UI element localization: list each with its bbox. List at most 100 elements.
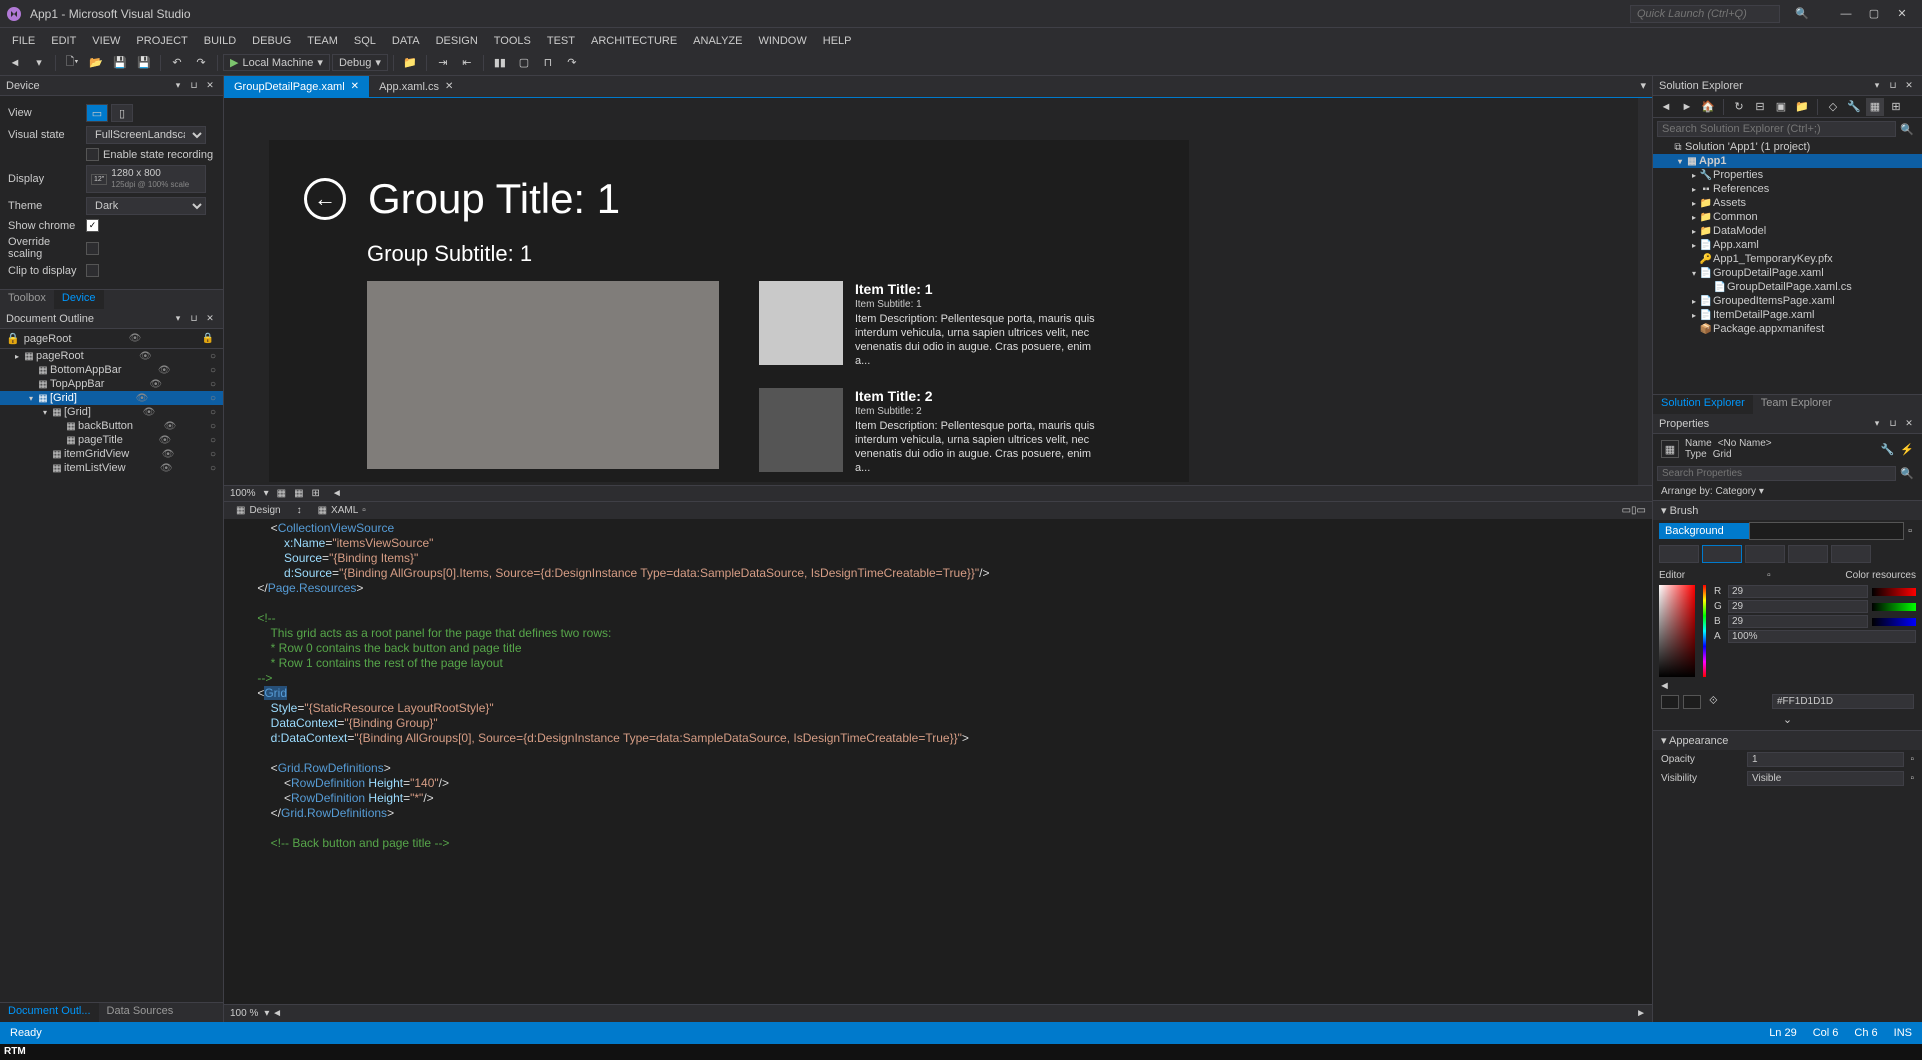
menu-window[interactable]: WINDOW bbox=[750, 32, 814, 50]
wrench-icon[interactable]: 🔧 bbox=[1881, 443, 1895, 456]
brush-property-name[interactable]: Background bbox=[1659, 523, 1749, 539]
dropdown-icon[interactable]: ▾ bbox=[171, 312, 185, 326]
circle-icon[interactable]: ○ bbox=[207, 463, 219, 474]
menu-data[interactable]: DATA bbox=[384, 32, 428, 50]
solution-item[interactable]: 📦Package.appxmanifest bbox=[1653, 322, 1922, 336]
theme-select[interactable]: Dark bbox=[86, 197, 206, 215]
popup-icon[interactable]: ▫ bbox=[362, 505, 366, 516]
solution-item[interactable]: ▸🔧Properties bbox=[1653, 168, 1922, 182]
visibility-select[interactable]: Visible bbox=[1747, 771, 1904, 786]
preview-icon[interactable]: ◇ bbox=[1824, 98, 1842, 116]
menu-tools[interactable]: TOOLS bbox=[486, 32, 539, 50]
pin-icon[interactable]: ⊔ bbox=[187, 79, 201, 93]
doc-tab[interactable]: App.xaml.cs✕ bbox=[369, 76, 463, 97]
g-input[interactable] bbox=[1728, 600, 1868, 613]
pin-icon[interactable]: ⊔ bbox=[187, 312, 201, 326]
tab-solution-explorer[interactable]: Solution Explorer bbox=[1653, 395, 1753, 414]
hex-input[interactable] bbox=[1772, 694, 1914, 709]
menu-team[interactable]: TEAM bbox=[299, 32, 346, 50]
tab-data-sources[interactable]: Data Sources bbox=[99, 1003, 182, 1022]
config-select[interactable]: Debug ▾ bbox=[332, 54, 388, 71]
circle-icon[interactable]: ○ bbox=[207, 351, 219, 362]
menu-architecture[interactable]: ARCHITECTURE bbox=[583, 32, 685, 50]
grid-icon[interactable]: ▦ bbox=[294, 488, 303, 499]
display-select[interactable]: 12" 1280 x 800 125dpi @ 100% scale bbox=[86, 165, 206, 193]
outline-item[interactable]: ▾▦[Grid]👁○ bbox=[0, 405, 223, 419]
menu-project[interactable]: PROJECT bbox=[128, 32, 195, 50]
designer-canvas[interactable]: ← Group Title: 1 Group Subtitle: 1 Item … bbox=[224, 98, 1638, 485]
menu-design[interactable]: DESIGN bbox=[428, 32, 486, 50]
tab-xaml[interactable]: ▦ XAML ▫ bbox=[312, 504, 372, 517]
snap-icon[interactable]: ⊞ bbox=[312, 488, 320, 499]
marker-icon[interactable]: ▫ bbox=[1910, 773, 1914, 784]
solution-item[interactable]: ▸📁DataModel bbox=[1653, 224, 1922, 238]
circle-icon[interactable]: ○ bbox=[207, 435, 219, 446]
solution-item[interactable]: ▸▪▪References bbox=[1653, 182, 1922, 196]
solution-item[interactable]: ▸📄App.xaml bbox=[1653, 238, 1922, 252]
circle-icon[interactable]: ○ bbox=[207, 365, 219, 376]
step-icon[interactable]: ⇤ bbox=[456, 52, 478, 74]
eye-icon[interactable]: 👁 bbox=[133, 393, 152, 404]
category-appearance[interactable]: ▾ Appearance bbox=[1653, 730, 1922, 750]
lock-icon[interactable]: 🔒 bbox=[199, 333, 217, 344]
xaml-code-editor[interactable]: <CollectionViewSource x:Name="itemsViewS… bbox=[224, 519, 1652, 1004]
g-slider[interactable] bbox=[1872, 603, 1916, 611]
enable-recording-checkbox[interactable] bbox=[86, 148, 99, 161]
stop-icon[interactable]: ▢ bbox=[513, 52, 535, 74]
circle-icon[interactable]: ○ bbox=[207, 407, 219, 418]
search-icon[interactable]: 🔍 bbox=[1896, 123, 1918, 136]
props-icon[interactable]: 🔧 bbox=[1845, 98, 1863, 116]
run-button[interactable]: ▶ Local Machine ▾ bbox=[223, 54, 330, 71]
color-gradient-picker[interactable] bbox=[1659, 585, 1695, 677]
visual-state-select[interactable]: FullScreenLandscape bbox=[86, 126, 206, 144]
close-icon[interactable]: ✕ bbox=[1902, 417, 1916, 431]
tab-design[interactable]: ▦ Design bbox=[230, 504, 287, 517]
pin-icon[interactable]: ⊔ bbox=[1886, 417, 1900, 431]
dropdown-icon[interactable]: ▾ bbox=[171, 79, 185, 93]
search-icon[interactable]: 🔍 bbox=[1896, 467, 1918, 480]
doc-tab[interactable]: GroupDetailPage.xaml✕ bbox=[224, 76, 369, 97]
b-input[interactable] bbox=[1728, 615, 1868, 628]
close-icon[interactable]: ✕ bbox=[203, 79, 217, 93]
arrange-by[interactable]: Arrange by: Category ▾ bbox=[1653, 483, 1922, 500]
tab-device[interactable]: Device bbox=[54, 290, 104, 309]
eye-icon[interactable]: 👁 bbox=[159, 449, 178, 460]
menu-build[interactable]: BUILD bbox=[196, 32, 244, 50]
solution-search-input[interactable] bbox=[1657, 121, 1896, 137]
tab-overflow-icon[interactable]: ▾ bbox=[1640, 80, 1646, 92]
solution-item[interactable]: 🔑App1_TemporaryKey.pfx bbox=[1653, 252, 1922, 266]
override-scaling-checkbox[interactable] bbox=[86, 242, 99, 255]
solution-item[interactable]: 📄GroupDetailPage.xaml.cs bbox=[1653, 280, 1922, 294]
pause-icon[interactable]: ▮▮ bbox=[489, 52, 511, 74]
solution-item[interactable]: ▾▦App1 bbox=[1653, 154, 1922, 168]
show-chrome-checkbox[interactable] bbox=[86, 219, 99, 232]
marker-icon[interactable]: ▫ bbox=[1910, 754, 1914, 765]
solution-item[interactable]: ⧉Solution 'App1' (1 project) bbox=[1653, 140, 1922, 154]
brush-swatch[interactable] bbox=[1749, 522, 1904, 540]
view-icon[interactable]: ⊞ bbox=[1887, 98, 1905, 116]
brush-resource-tab[interactable] bbox=[1831, 545, 1871, 563]
refresh-icon[interactable]: ↻ bbox=[1730, 98, 1748, 116]
outline-item[interactable]: ▦pageTitle👁○ bbox=[0, 433, 223, 447]
split-icon[interactable]: ▭▯▭ bbox=[1622, 505, 1646, 516]
new-project-icon[interactable]: 🗋▾ bbox=[61, 52, 83, 74]
view-portrait-button[interactable]: ▯ bbox=[111, 104, 133, 122]
home-icon[interactable]: 🏠 bbox=[1699, 98, 1717, 116]
solution-item[interactable]: ▸📁Assets bbox=[1653, 196, 1922, 210]
category-brush[interactable]: ▾ Brush bbox=[1653, 500, 1922, 520]
circle-icon[interactable]: ○ bbox=[207, 421, 219, 432]
circle-icon[interactable]: ○ bbox=[207, 393, 219, 404]
close-icon[interactable]: ✕ bbox=[1902, 79, 1916, 93]
outline-item[interactable]: ▦itemListView👁○ bbox=[0, 461, 223, 475]
circle-icon[interactable]: ○ bbox=[207, 379, 219, 390]
preview-selected-icon[interactable]: ▦ bbox=[1866, 98, 1884, 116]
fwd-icon[interactable]: ► bbox=[1678, 98, 1696, 116]
menu-help[interactable]: HELP bbox=[815, 32, 860, 50]
solution-item[interactable]: ▾📄GroupDetailPage.xaml bbox=[1653, 266, 1922, 280]
hue-slider[interactable] bbox=[1703, 585, 1706, 677]
close-icon[interactable]: ✕ bbox=[203, 312, 217, 326]
back-icon[interactable]: ◄ bbox=[1657, 98, 1675, 116]
events-icon[interactable]: ⚡ bbox=[1900, 443, 1914, 456]
r-slider[interactable] bbox=[1872, 588, 1916, 596]
b-slider[interactable] bbox=[1872, 618, 1916, 626]
